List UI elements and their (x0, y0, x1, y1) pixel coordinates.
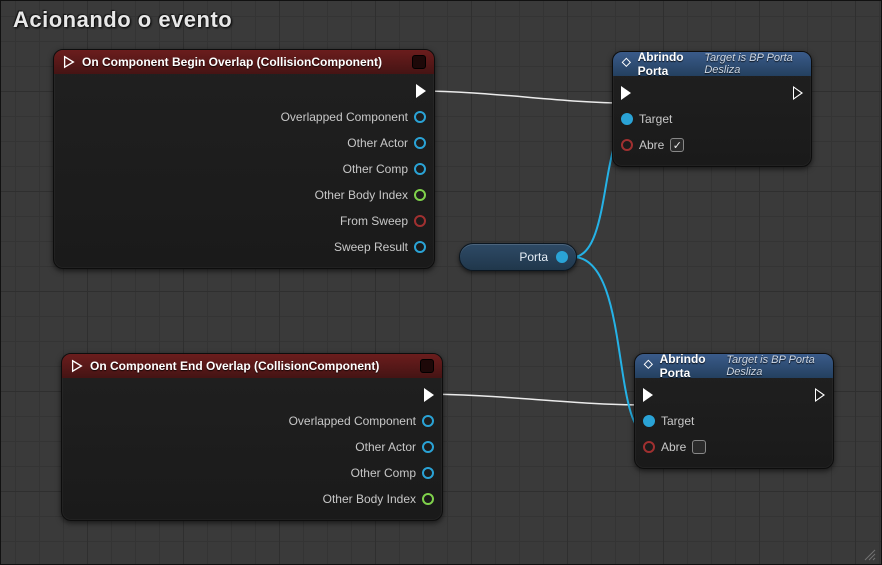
output-pin-other-comp[interactable]: Other Comp (62, 156, 426, 182)
pin-label: Other Comp (343, 162, 408, 176)
graph-title: Acionando o evento (13, 7, 232, 33)
pin-label: Overlapped Component (281, 110, 408, 124)
bool-checkbox[interactable] (692, 440, 706, 454)
object-pin-icon[interactable] (556, 251, 568, 263)
bool-pin-icon (621, 139, 633, 151)
node-title: On Component Begin Overlap (CollisionCom… (82, 55, 406, 69)
node-header[interactable]: On Component Begin Overlap (CollisionCom… (54, 50, 434, 74)
exec-out-icon[interactable] (815, 388, 825, 402)
pin-label: Other Body Index (315, 188, 408, 202)
struct-pin-icon (422, 493, 434, 505)
output-pin-from-sweep[interactable]: From Sweep (62, 208, 426, 234)
node-header[interactable]: Abrindo Porta Target is BP Porta Desliza (635, 354, 833, 378)
input-pin-abre[interactable]: Abre ✓ (621, 132, 803, 158)
pin-label: Overlapped Component (289, 414, 416, 428)
pin-label: Other Body Index (323, 492, 416, 506)
node-body: Target Abre (635, 378, 833, 468)
event-icon (62, 55, 76, 69)
pin-label: Target (661, 414, 694, 428)
output-pin-other-body-index[interactable]: Other Body Index (62, 182, 426, 208)
input-pin-abre[interactable]: Abre (643, 434, 825, 460)
node-title: Abrindo Porta (660, 352, 721, 380)
exec-row (621, 80, 803, 106)
pin-label: Other Actor (347, 136, 408, 150)
node-title: Abrindo Porta (638, 50, 699, 78)
bool-checkbox[interactable]: ✓ (670, 138, 684, 152)
pin-label: From Sweep (340, 214, 408, 228)
output-pin-other-actor[interactable]: Other Actor (62, 130, 426, 156)
object-pin-icon (414, 163, 426, 175)
input-pin-target[interactable]: Target (621, 106, 803, 132)
node-variable-porta[interactable]: Porta (459, 243, 577, 271)
function-icon (621, 57, 632, 71)
output-pin-overlapped-component[interactable]: Overlapped Component (70, 408, 434, 434)
struct-pin-icon (414, 189, 426, 201)
output-pin-exec[interactable] (62, 78, 426, 104)
pin-label: Abre (661, 440, 686, 454)
pin-label: Abre (639, 138, 664, 152)
object-pin-icon (643, 415, 655, 427)
exec-in-icon[interactable] (621, 86, 631, 100)
node-header[interactable]: Abrindo Porta Target is BP Porta Desliza (613, 52, 811, 76)
delegate-pin[interactable] (420, 359, 434, 373)
exec-out-icon (424, 388, 434, 402)
object-pin-icon (414, 241, 426, 253)
bool-pin-icon (414, 215, 426, 227)
event-icon (70, 359, 84, 373)
output-pin-sweep-result[interactable]: Sweep Result (62, 234, 426, 260)
output-pin-exec[interactable] (70, 382, 434, 408)
node-event-end-overlap[interactable]: On Component End Overlap (CollisionCompo… (61, 353, 443, 521)
resize-handle[interactable] (863, 548, 877, 562)
pin-label: Other Comp (351, 466, 416, 480)
output-pin-overlapped-component[interactable]: Overlapped Component (62, 104, 426, 130)
object-pin-icon (422, 415, 434, 427)
node-event-begin-overlap[interactable]: On Component Begin Overlap (CollisionCom… (53, 49, 435, 269)
object-pin-icon (422, 467, 434, 479)
object-pin-icon (621, 113, 633, 125)
input-pin-target[interactable]: Target (643, 408, 825, 434)
exec-out-icon (416, 84, 426, 98)
node-body: Overlapped Component Other Actor Other C… (54, 74, 434, 268)
node-body: Target Abre ✓ (613, 76, 811, 166)
object-pin-icon (422, 441, 434, 453)
pin-label: Other Actor (355, 440, 416, 454)
exec-out-icon[interactable] (793, 86, 803, 100)
output-pin-other-comp[interactable]: Other Comp (70, 460, 434, 486)
output-pin-other-actor[interactable]: Other Actor (70, 434, 434, 460)
variable-label: Porta (519, 250, 548, 264)
node-header[interactable]: On Component End Overlap (CollisionCompo… (62, 354, 442, 378)
node-func-abrindo-porta-bottom[interactable]: Abrindo Porta Target is BP Porta Desliza… (634, 353, 834, 469)
node-subtitle: Target is BP Porta Desliza (726, 354, 825, 378)
bool-pin-icon (643, 441, 655, 453)
exec-row (643, 382, 825, 408)
node-func-abrindo-porta-top[interactable]: Abrindo Porta Target is BP Porta Desliza… (612, 51, 812, 167)
node-subtitle: Target is BP Porta Desliza (704, 52, 803, 76)
blueprint-graph[interactable]: Acionando o evento On Component Begin Ov… (0, 0, 882, 565)
function-icon (643, 359, 654, 373)
pin-label: Target (639, 112, 672, 126)
delegate-pin[interactable] (412, 55, 426, 69)
object-pin-icon (414, 111, 426, 123)
node-body: Overlapped Component Other Actor Other C… (62, 378, 442, 520)
object-pin-icon (414, 137, 426, 149)
output-pin-other-body-index[interactable]: Other Body Index (70, 486, 434, 512)
node-title: On Component End Overlap (CollisionCompo… (90, 359, 414, 373)
exec-in-icon[interactable] (643, 388, 653, 402)
pin-label: Sweep Result (334, 240, 408, 254)
